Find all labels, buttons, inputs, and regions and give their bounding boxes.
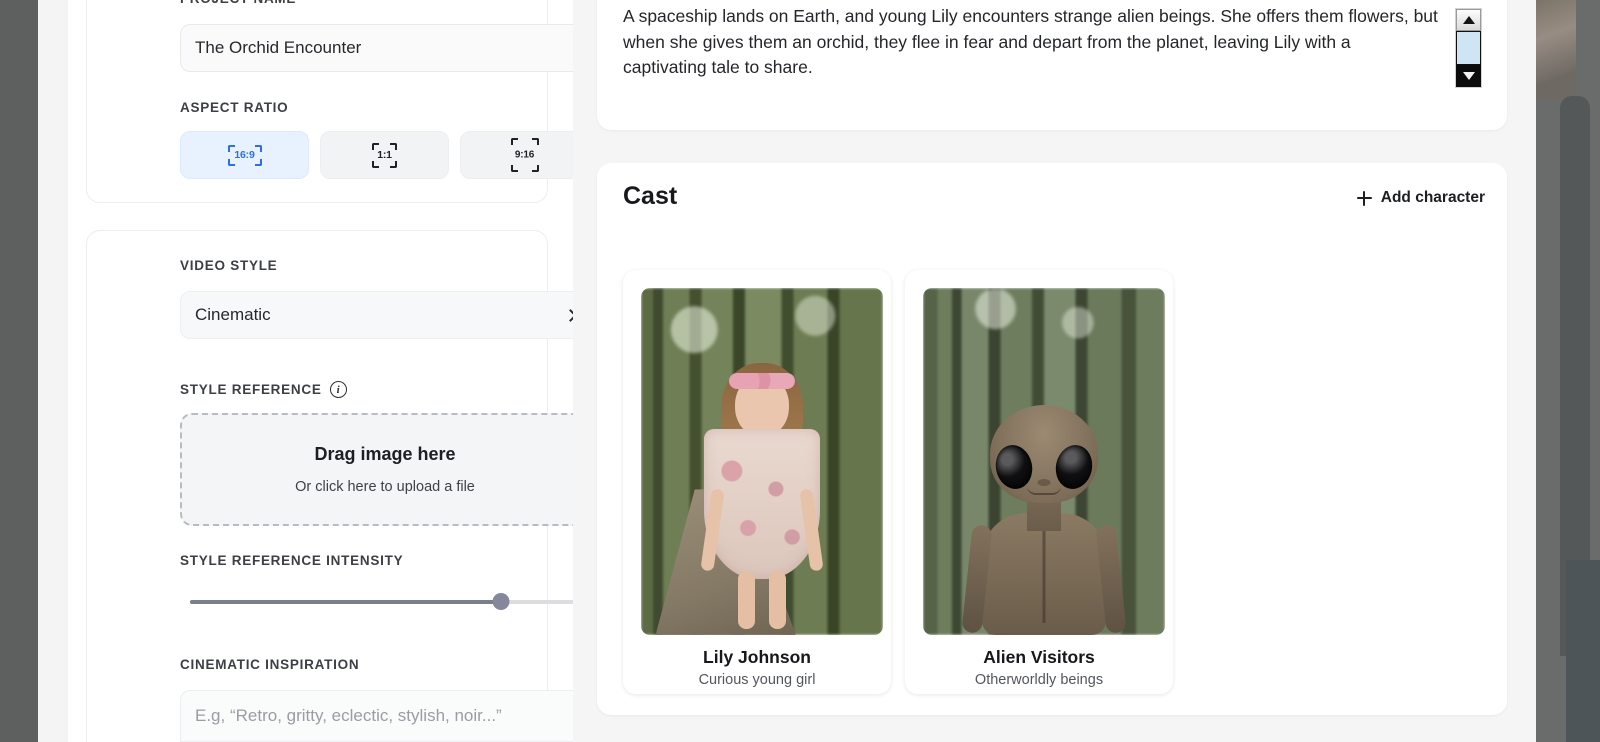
synopsis-text[interactable]: A spaceship lands on Earth, and young Li… [623,4,1438,81]
aspect-ratio-option-9-16[interactable]: 9:16 [460,131,589,179]
settings-sidebar: PROJECT NAME The Orchid Encounter ASPECT… [68,0,592,742]
style-reference-intensity-slider[interactable] [190,593,579,610]
cast-grid: Lily Johnson Curious young girl Alien Vi… [623,270,1173,694]
slider-fill [190,600,502,604]
left-gutter [38,0,68,742]
aspect-ratio-option-16-9[interactable]: 16:9 [180,131,309,179]
cast-title: Cast [623,182,678,210]
style-reference-intensity-label: STYLE REFERENCE INTENSITY [180,553,404,568]
scroll-down-arrow-icon[interactable] [1456,65,1481,87]
scroll-up-arrow-icon[interactable] [1456,9,1481,31]
aspect-ratio-option-16-9-label: 16:9 [234,149,255,161]
cast-panel: Cast Add character Lily Johnson Curious … [597,163,1507,715]
character-name: Alien Visitors [983,647,1095,667]
project-name-label: PROJECT NAME [180,0,296,6]
plus-icon [1356,190,1372,206]
cinematic-inspiration-label: CINEMATIC INSPIRATION [180,657,360,672]
info-circle-icon[interactable]: i [329,381,347,398]
dropzone-title: Drag image here [314,444,456,464]
slider-thumb[interactable] [492,593,510,610]
add-character-button[interactable]: Add character [1356,189,1485,207]
girl-forest-portrait [641,288,883,635]
character-role: Otherworldly beings [974,672,1104,688]
style-reference-dropzone[interactable]: Drag image here Or click here to upload … [180,413,590,526]
crop-9-16-icon: 9:16 [510,138,539,172]
app-screen: PROJECT NAME The Orchid Encounter ASPECT… [0,0,1600,742]
dropzone-subtitle: Or click here to upload a file [295,479,475,495]
crop-16-9-icon: 16:9 [227,144,262,166]
alien-forest-portrait [923,288,1165,635]
video-style-value: Cinematic [195,305,271,324]
style-reference-label-row: STYLE REFERENCE i [180,381,347,398]
aspect-ratio-option-1-1-label: 1:1 [377,149,392,161]
main-content: A spaceship lands on Earth, and young Li… [573,0,1536,742]
cinematic-inspiration-input[interactable]: E.g, “Retro, gritty, eclectic, stylish, … [180,690,592,742]
aspect-ratio-group: 16:9 1:1 9:16 [180,131,589,179]
character-card[interactable]: Lily Johnson Curious young girl [623,270,891,694]
crop-1-1-icon: 1:1 [372,142,397,168]
synopsis-scrollbar[interactable] [1455,8,1482,88]
character-role: Curious young girl [698,672,816,688]
aspect-ratio-option-9-16-label: 9:16 [514,149,535,161]
left-window-chrome [0,0,38,742]
scrollbar-thumb[interactable] [1456,31,1481,65]
video-style-label: VIDEO STYLE [180,258,278,273]
project-name-value: The Orchid Encounter [195,38,362,57]
aspect-ratio-option-1-1[interactable]: 1:1 [320,131,449,179]
character-name: Lily Johnson [703,647,811,667]
cinematic-inspiration-placeholder: E.g, “Retro, gritty, eclectic, stylish, … [195,706,502,725]
aspect-ratio-label: ASPECT RATIO [180,100,289,115]
project-name-input[interactable]: The Orchid Encounter [180,24,592,72]
background-window-column-lower [1566,560,1600,742]
character-card[interactable]: Alien Visitors Otherworldly beings [905,270,1173,694]
background-window-thumbnail [1536,0,1576,100]
video-style-select[interactable]: Cinematic [180,291,592,339]
synopsis-panel: A spaceship lands on Earth, and young Li… [597,0,1507,130]
style-reference-label: STYLE REFERENCE [180,382,322,397]
add-character-label: Add character [1380,189,1485,206]
